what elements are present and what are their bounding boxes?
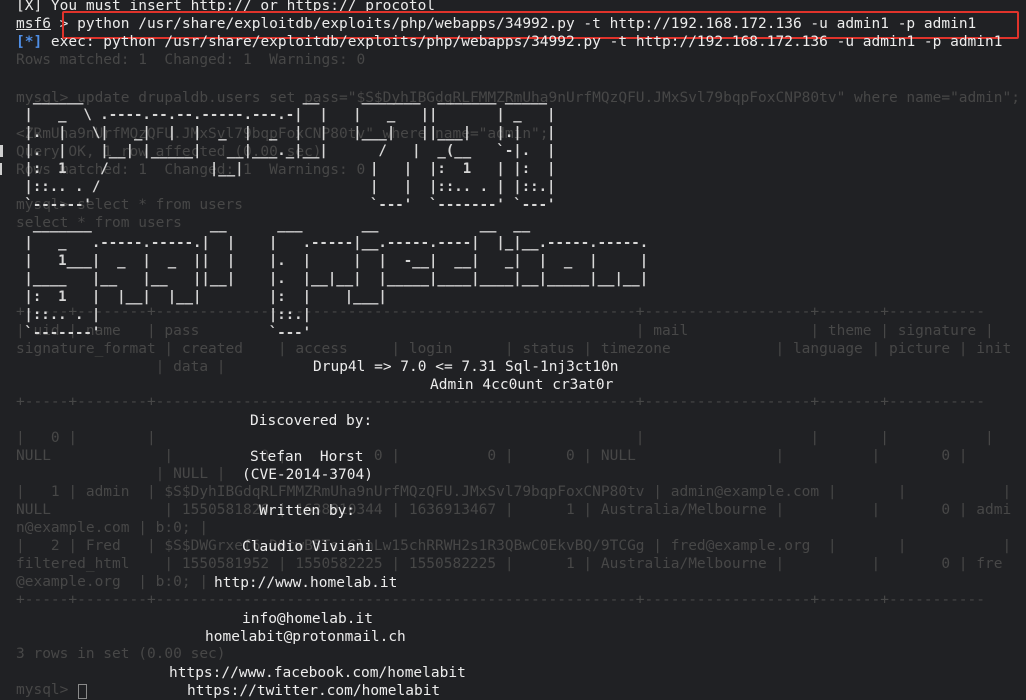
banner-art-line: |: 1 | |__| |__| |: | |___| (16, 289, 387, 305)
terminal-window[interactable]: [X] You must insert http:// or https:// … (0, 0, 1026, 700)
terminal-cursor (78, 684, 87, 699)
discovered-by-label: Discovered by: (250, 413, 373, 429)
banner-art-line: | _ \ .----.--.--.-----.---.-| | | _ || … (16, 107, 556, 123)
author-name: Claudio Viviani (242, 539, 373, 555)
ghost-mysql-prompt: mysql> (16, 682, 78, 698)
banner-art-line: | _ .-----.-----.| | | .-----|__.-----.-… (16, 235, 649, 251)
facebook-url: https://www.facebook.com/homelabit (169, 665, 466, 681)
ghost-output-line: signature_format | created | access | lo… (16, 341, 1012, 357)
ghost-output-line: @example.org | b:0; | (16, 574, 209, 590)
banner-art-line: |. | |__| |_____| __|___._|__| / | _(__ … (16, 143, 556, 159)
ghost-output-line: | 0 | | | | | | (16, 430, 994, 446)
discoverer-name: Stefan Horst (250, 449, 364, 465)
written-by-label: Written by: (259, 503, 356, 519)
twitter-url: https://twitter.com/homelabit (187, 683, 441, 699)
exec-text: exec: python /usr/share/exploitdb/exploi… (42, 34, 1003, 50)
banner-art-line: |____ |__ |__ ||__| |. |__|__| |_____|__… (16, 271, 649, 287)
banner-art-line: |: 1 / |__| | | |: 1 | |: | (16, 161, 556, 177)
proton-email: homelabit@protonmail.ch (205, 629, 406, 645)
exec-line: [*] exec: python /usr/share/exploitdb/ex… (16, 33, 1002, 51)
banner-title: Drup4l => 7.0 <= 7.31 Sql-1nj3ct10n (313, 359, 619, 375)
msf6-prompt-label: msf6 (16, 16, 51, 32)
ghost-output-line: | data | (16, 359, 226, 375)
banner-art-line: | 1___| _ | _ || | |. | | | -__| __| _| … (16, 253, 649, 269)
banner-art-line: |::.. . / | | |::.. . | |::.| (16, 179, 556, 195)
banner-art-line: ______ __ _______ _______ _____ (16, 89, 548, 105)
banner-art-line: _______ __ ___ __ __ __ (16, 217, 531, 233)
ghost-output-line: | 2 | Fred | $S$DWGrxef6.D0cwB5Ts.GlnLw1… (16, 538, 1012, 554)
ghost-output-line: filtered_html | 1550581952 | 1550582225 … (16, 556, 1003, 572)
ghost-output-line: n@example.com | b:0; | (16, 520, 209, 536)
cve-id: (CVE-2014-3704) (242, 467, 373, 483)
ghost-output-line: Rows matched: 1 Changed: 1 Warnings: 0 (16, 52, 366, 68)
ghost-output-line: | NULL | (16, 466, 226, 482)
left-edge-marker (0, 145, 3, 157)
homelab-url: http://www.homelab.it (214, 575, 398, 591)
banner-art-line: `-------' `---' (16, 325, 312, 341)
info-email: info@homelab.it (242, 611, 373, 627)
ghost-output-line: NULL | 0 | 0 | 0 | 0 | NULL | | 0 | (16, 448, 968, 464)
banner-art-line: `------' `---' `-------' `---' (16, 197, 556, 213)
ghost-output-line: +-----+--------+------------------------… (16, 394, 986, 410)
banner-subtitle: Admin 4cc0unt cr3at0r (430, 377, 614, 393)
ghost-output-line: 3 rows in set (0.00 sec) (16, 646, 226, 662)
ghost-output-line: NULL | 1550581826 | 1638910344 | 1636913… (16, 502, 1012, 518)
ghost-output-line: | 1 | admin | $S$DyhIBGdqRLFMMZRmUha9nUr… (16, 484, 1012, 500)
banner-art-line: |. | \| _| | | _ | _ | | |___| ||___| |.… (16, 125, 556, 141)
info-marker: [*] (16, 34, 43, 50)
ghost-output-line: +-----+--------+------------------------… (16, 592, 986, 608)
left-edge-marker (0, 163, 2, 175)
banner-art-line: |::.. . | |::.| (16, 307, 312, 323)
